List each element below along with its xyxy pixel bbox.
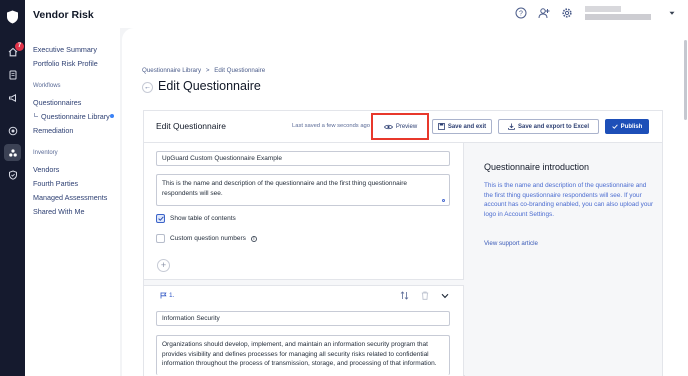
intro-title: Questionnaire introduction [484,162,590,172]
custom-numbers-label: Custom question numbers [170,235,246,242]
user-org-redacted [585,14,651,20]
svg-text:?: ? [519,11,523,18]
section-number: 1. [160,292,174,299]
vendor-risk-icon[interactable] [4,144,21,161]
page-title: Edit Questionnaire [158,79,261,93]
section-title-input[interactable]: Information Security [156,311,450,326]
show-toc-label: Show table of contents [170,215,236,222]
breadcrumb-questionnaire-library[interactable]: Questionnaire Library [142,67,201,74]
app-title: Vendor Risk [33,9,94,21]
chevron-down-icon [669,11,675,15]
nav-item-questionnaires[interactable]: Questionnaires [33,98,81,107]
custom-numbers-row[interactable]: Custom question numbers i [156,234,257,243]
intro-body: This is the name and description of the … [484,182,654,218]
intro-panel: Questionnaire introduction This is the n… [465,143,662,376]
nav-item-remediation[interactable]: Remediation [33,126,73,135]
questionnaire-description-input[interactable]: This is the name and description of the … [156,174,450,206]
user-name-redacted [585,6,621,12]
breadcrumb: Questionnaire Library > Edit Questionnai… [142,67,268,74]
trash-icon[interactable] [421,291,429,300]
shield-check-icon[interactable] [4,166,21,183]
section-divider [144,279,464,286]
section-description-input[interactable]: Organizations should develop, implement,… [156,335,450,375]
questionnaire-description-text: This is the name and description of the … [162,180,407,197]
nav-item-shared-with-me[interactable]: Shared With Me [33,207,85,216]
info-icon[interactable]: i [250,235,257,242]
support-article-link[interactable]: View support article [484,240,538,247]
show-toc-checkbox[interactable] [156,214,165,223]
preview-highlight-box [371,113,429,140]
nav-panel: Executive Summary Portfolio Risk Profile… [25,28,120,376]
nav-item-questionnaire-library[interactable]: Questionnaire Library [41,112,110,121]
flag-icon [160,292,167,299]
megaphone-icon[interactable] [4,89,21,106]
save-and-export-label: Save and export to Excel [517,123,590,130]
notification-badge: 7 [15,42,24,51]
back-button[interactable]: ← [142,82,153,93]
resize-handle-icon[interactable] [442,199,445,202]
nav-item-portfolio-risk-profile[interactable]: Portfolio Risk Profile [33,59,98,68]
nav-section-workflows: Workflows [33,83,61,89]
save-and-exit-label: Save and exit [447,123,487,130]
add-section-button[interactable]: + [157,259,170,272]
editor-title: Edit Questionnaire [156,121,226,131]
show-toc-row[interactable]: Show table of contents [156,214,236,223]
settings-icon[interactable] [561,7,573,19]
nav-item-executive-summary[interactable]: Executive Summary [33,45,97,54]
scrollbar[interactable] [684,40,687,120]
save-and-exit-button[interactable]: Save and exit [432,119,492,134]
target-icon[interactable] [4,122,21,139]
add-user-icon[interactable] [538,7,550,19]
download-icon [508,123,515,130]
nav-subitem-marker [34,113,38,117]
save-and-export-button[interactable]: Save and export to Excel [498,119,599,134]
shield-logo-icon[interactable] [6,10,19,24]
breadcrumb-edit-questionnaire: Edit Questionnaire [214,67,266,74]
custom-numbers-checkbox[interactable] [156,234,165,243]
check-icon [611,124,618,129]
nav-item-fourth-parties[interactable]: Fourth Parties [33,179,78,188]
editor-header: Edit Questionnaire Last saved a few seco… [144,111,662,143]
icon-rail: 7 [0,0,25,376]
publish-button[interactable]: Publish [605,119,649,134]
nav-item-vendors[interactable]: Vendors [33,165,59,174]
breadcrumb-separator: > [205,67,210,74]
section-number-label: 1. [169,292,175,299]
nav-section-inventory: Inventory [33,150,58,156]
reorder-icon[interactable] [400,291,409,300]
questionnaire-editor: Edit Questionnaire Last saved a few seco… [143,110,663,376]
chevron-down-icon[interactable] [441,293,449,299]
questionnaire-name-input[interactable]: UpGuard Custom Questionnaire Example [156,151,450,166]
top-bar: Vendor Risk ? [25,0,688,28]
help-icon[interactable]: ? [515,7,527,19]
last-saved-status: Last saved a few seconds ago [292,123,370,129]
publish-label: Publish [620,123,643,130]
save-icon [437,123,445,130]
checkmark-icon [157,216,164,221]
user-menu[interactable] [585,6,677,22]
nav-item-managed-assessments[interactable]: Managed Assessments [33,193,107,202]
questionnaire-form: UpGuard Custom Questionnaire Example Thi… [144,143,464,376]
document-icon[interactable] [4,66,21,83]
active-indicator-dot [110,114,114,118]
section-tools [400,291,449,300]
